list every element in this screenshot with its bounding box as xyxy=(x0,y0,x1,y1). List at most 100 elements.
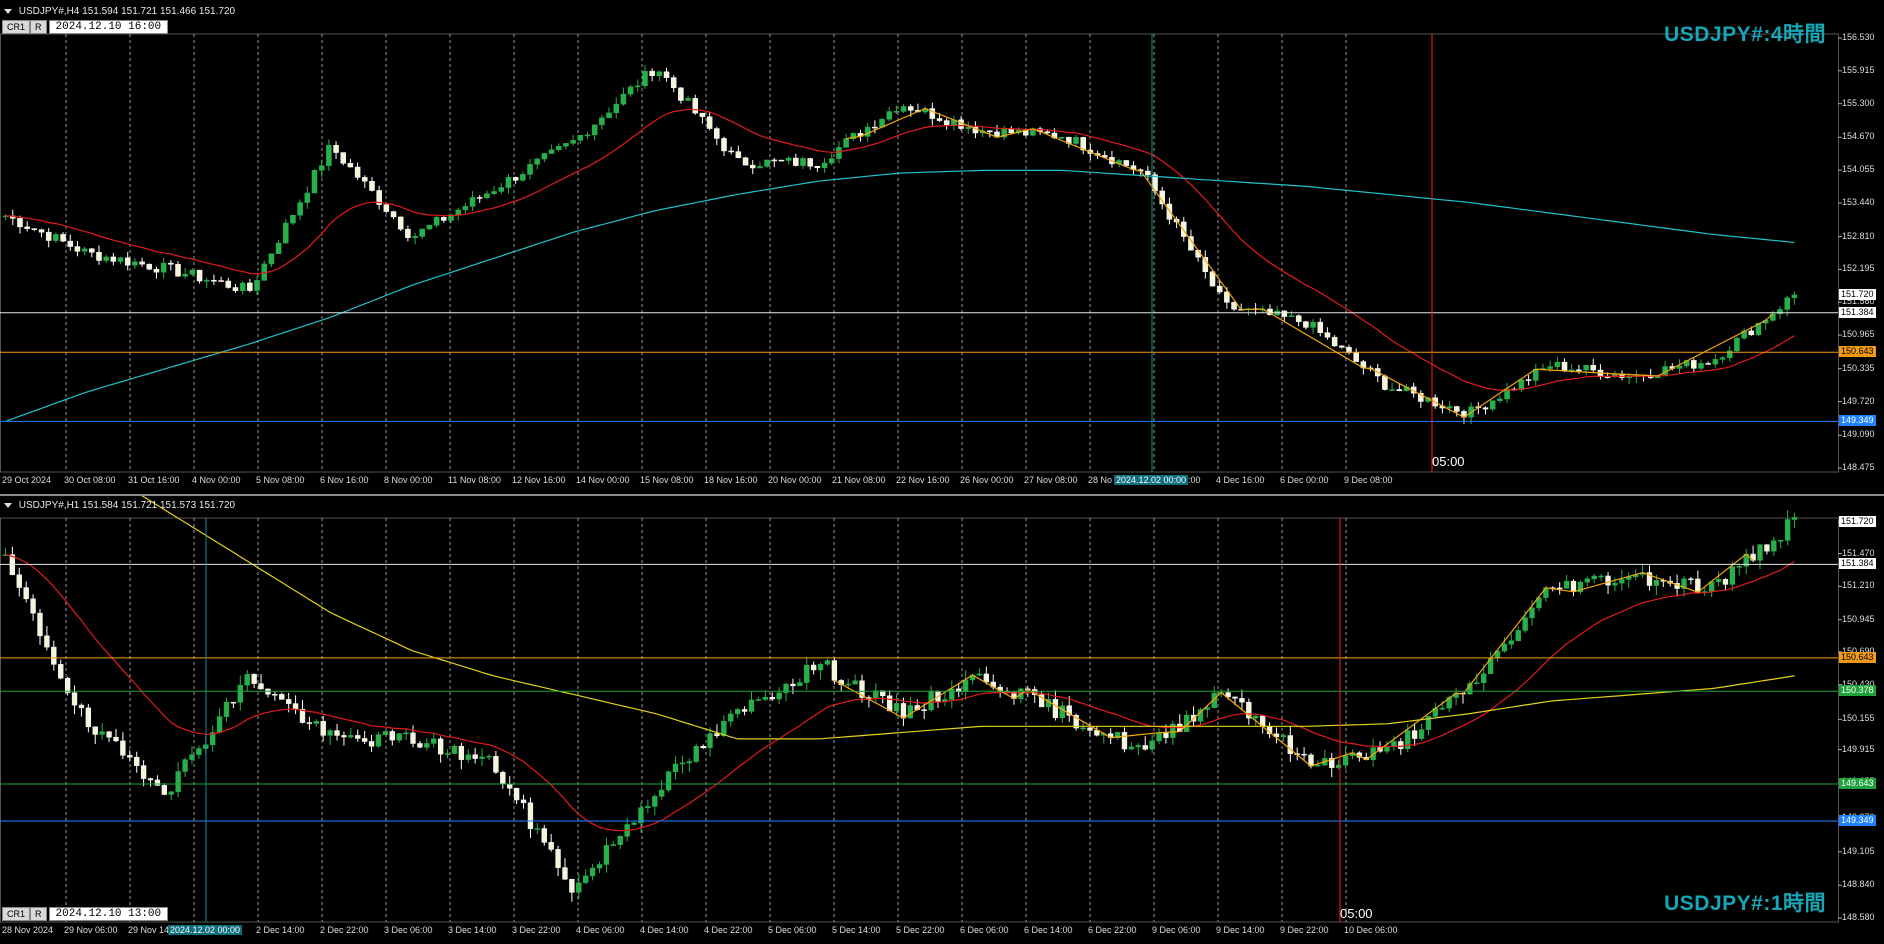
candle-body xyxy=(196,269,203,282)
candle-body xyxy=(469,197,476,207)
candle-body xyxy=(800,158,806,166)
candle-body xyxy=(907,705,914,719)
candle-body xyxy=(563,143,569,147)
candle-body xyxy=(1508,640,1514,645)
candle-body xyxy=(589,867,596,877)
candle-body xyxy=(1554,362,1561,367)
candle-body xyxy=(929,108,936,119)
candle-body xyxy=(484,193,490,199)
y-tick-label: 149.105 xyxy=(1842,845,1875,856)
y-tick-label: 154.055 xyxy=(1842,164,1875,175)
x-tick-label: 22 Nov 16:00 xyxy=(896,475,950,485)
candle-body xyxy=(672,763,679,773)
candle-body xyxy=(24,226,30,229)
h4-ohlc: 151.594 151.721 151.466 151.720 xyxy=(82,6,236,17)
h1-chart-pane[interactable]: USDJPY#,H1 151.584 151.721 151.573 151.7… xyxy=(0,496,1884,944)
candle-body xyxy=(441,217,447,221)
candle-body xyxy=(1163,732,1169,738)
h1-chart-header: USDJPY#,H1 151.584 151.721 151.573 151.7… xyxy=(4,500,235,511)
candle-body xyxy=(147,778,154,781)
r-button[interactable]: R xyxy=(30,20,47,34)
y-tick-label: 154.670 xyxy=(1842,131,1875,142)
candle-body xyxy=(340,152,347,164)
candle-body xyxy=(1301,753,1307,756)
candle-body xyxy=(764,159,770,167)
ma-slow-line xyxy=(141,496,1795,740)
cr1-button[interactable]: CR1 xyxy=(2,907,31,921)
h4-chart-pane[interactable]: USDJPY#,H4 151.594 151.721 151.466 151.7… xyxy=(0,0,1884,494)
candle-body xyxy=(1052,699,1059,719)
candle-body xyxy=(89,248,95,253)
candle-body xyxy=(244,673,250,686)
candle-body xyxy=(64,677,71,693)
y-tick-label: 149.915 xyxy=(1842,743,1875,754)
candle-body xyxy=(1142,745,1148,750)
candle-body xyxy=(670,77,677,89)
candle-body xyxy=(505,177,512,188)
x-tick-label: 31 Oct 16:00 xyxy=(128,475,180,485)
candle-body xyxy=(1482,407,1489,410)
candle-body xyxy=(154,779,161,786)
candle-body xyxy=(642,70,648,87)
h4-time-marker: 05:00 xyxy=(1432,454,1465,469)
candle-body xyxy=(1598,575,1604,578)
h4-chart-canvas[interactable] xyxy=(0,0,1884,494)
blue-level-tag: 149.349 xyxy=(1839,415,1876,427)
candle-body xyxy=(175,771,181,793)
y-tick-label: 148.580 xyxy=(1842,912,1875,922)
candle-body xyxy=(769,697,775,700)
candle-body xyxy=(341,735,347,738)
candle-body xyxy=(1715,579,1722,583)
candle-body xyxy=(962,679,969,693)
x-tick-label: 5 Dec 06:00 xyxy=(768,925,817,935)
collapse-triangle-icon[interactable] xyxy=(4,8,12,14)
candle-body xyxy=(230,701,237,704)
candle-body xyxy=(232,287,239,291)
candle-body xyxy=(706,116,713,129)
candle-body xyxy=(776,692,782,700)
candle-body xyxy=(790,683,796,687)
current-price-tag: 151.720 xyxy=(1839,516,1876,527)
candle-body xyxy=(583,875,589,883)
x-tick-label: 3 Dec 22:00 xyxy=(512,925,561,935)
candle-body xyxy=(1339,345,1345,348)
candle-body xyxy=(678,87,684,101)
h4-date-field[interactable]: 2024.12.10 16:00 xyxy=(48,20,169,34)
candle-body xyxy=(117,257,124,262)
candle-body xyxy=(1757,544,1763,561)
candle-body xyxy=(548,149,555,154)
candle-body xyxy=(771,159,778,162)
candle-body xyxy=(175,264,181,277)
candle-body xyxy=(451,745,458,754)
candle-body xyxy=(1418,729,1425,739)
collapse-triangle-icon[interactable] xyxy=(4,502,12,508)
green-level-tag-2: 149.643 xyxy=(1839,777,1876,789)
x-tick-label: 6 Nov 16:00 xyxy=(320,475,369,485)
candle-body xyxy=(921,709,927,711)
h1-date-field[interactable]: 2024.12.10 13:00 xyxy=(48,907,169,921)
candle-body xyxy=(225,280,232,288)
candle-body xyxy=(410,732,416,744)
candle-body xyxy=(663,71,670,78)
candle-body xyxy=(1515,630,1521,642)
candle-body xyxy=(258,683,264,690)
candle-body xyxy=(872,126,878,129)
candle-body xyxy=(1734,337,1740,352)
candle-body xyxy=(375,734,382,747)
orange-level-tag: 150.643 xyxy=(1839,651,1876,663)
cr1-button[interactable]: CR1 xyxy=(2,20,31,34)
candle-body xyxy=(1145,170,1151,175)
x-tick-label: 6 Dec 14:00 xyxy=(1024,925,1073,935)
r-button[interactable]: R xyxy=(30,907,47,921)
candle-body xyxy=(520,799,527,804)
candle-body xyxy=(748,699,755,712)
h1-chart-canvas[interactable] xyxy=(0,496,1884,944)
candle-body xyxy=(807,158,813,167)
candle-body xyxy=(843,138,849,148)
candle-body xyxy=(247,282,253,291)
candle-body xyxy=(714,128,720,139)
candle-body xyxy=(1612,582,1618,586)
candle-body xyxy=(1342,755,1349,766)
candle-body xyxy=(1722,579,1729,585)
candle-body xyxy=(965,126,972,129)
